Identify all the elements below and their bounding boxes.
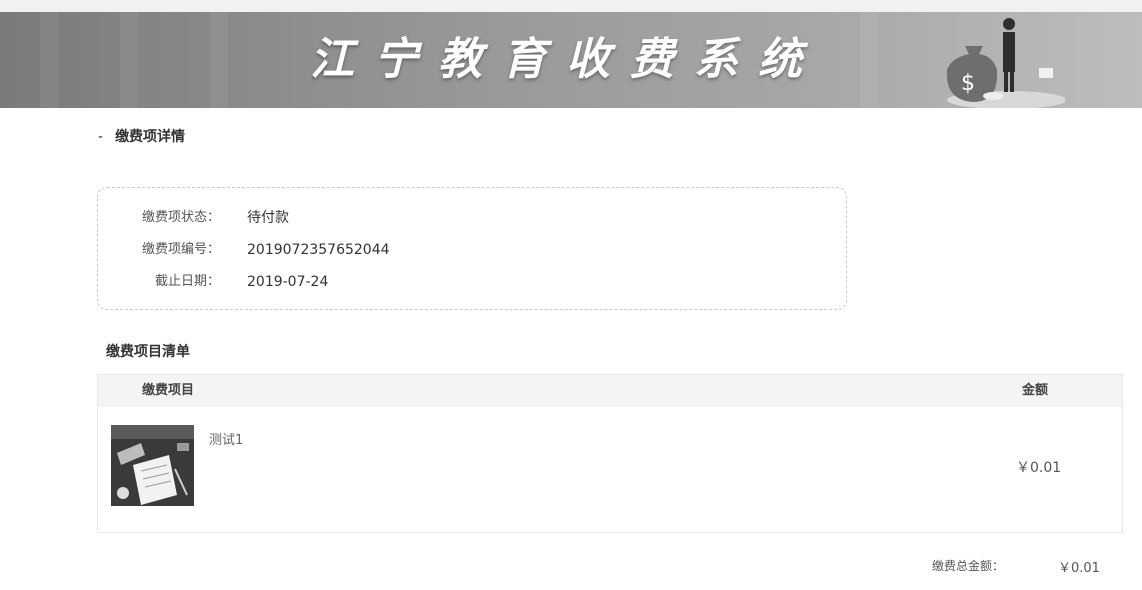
banner-decoration — [120, 12, 138, 108]
system-title: 江宁教育收费系统 — [310, 34, 822, 85]
total-amount-label: 缴费总金额： — [932, 559, 1005, 573]
column-header-amount: 金额 — [1022, 383, 1049, 398]
item-name: 测试1 — [209, 433, 244, 448]
number-value: 2019072357652044 — [247, 242, 390, 258]
top-strip — [0, 0, 1142, 12]
svg-text:$: $ — [961, 71, 975, 96]
deadline-value: 2019-07-24 — [247, 274, 329, 290]
total-amount-value: ￥0.01 — [1058, 561, 1100, 576]
banner-decoration — [210, 12, 228, 108]
detail-section-title: - 缴费项详情 — [98, 127, 185, 147]
payment-info-card: 缴费项状态： 待付款 缴费项编号： 2019072357652044 截止日期：… — [97, 187, 847, 310]
item-amount: ￥0.01 — [1016, 460, 1062, 476]
column-header-item: 缴费项目 — [142, 383, 195, 398]
number-label: 缴费项编号： — [141, 242, 220, 257]
table-row[interactable]: 测试1 ￥0.01 — [98, 407, 1122, 532]
banner-decoration — [860, 12, 878, 108]
banner-decoration — [40, 12, 58, 108]
status-label: 缴费项状态： — [141, 210, 220, 225]
item-list-title: 缴费项目清单 — [106, 344, 190, 360]
fee-items-table: 缴费项目 金额 测试1 ￥0.01 — [97, 374, 1123, 533]
status-value: 待付款 — [247, 210, 289, 226]
deadline-label: 截止日期： — [154, 274, 220, 289]
section-marker: - — [98, 129, 104, 145]
study-desk-photo-icon — [111, 425, 194, 506]
money-bag-businessman-icon: $ — [946, 18, 1065, 108]
detail-section-label: 缴费项详情 — [115, 129, 186, 145]
header-banner: 江宁教育收费系统 $ — [0, 12, 1142, 108]
table-header: 缴费项目 金额 — [98, 375, 1122, 407]
